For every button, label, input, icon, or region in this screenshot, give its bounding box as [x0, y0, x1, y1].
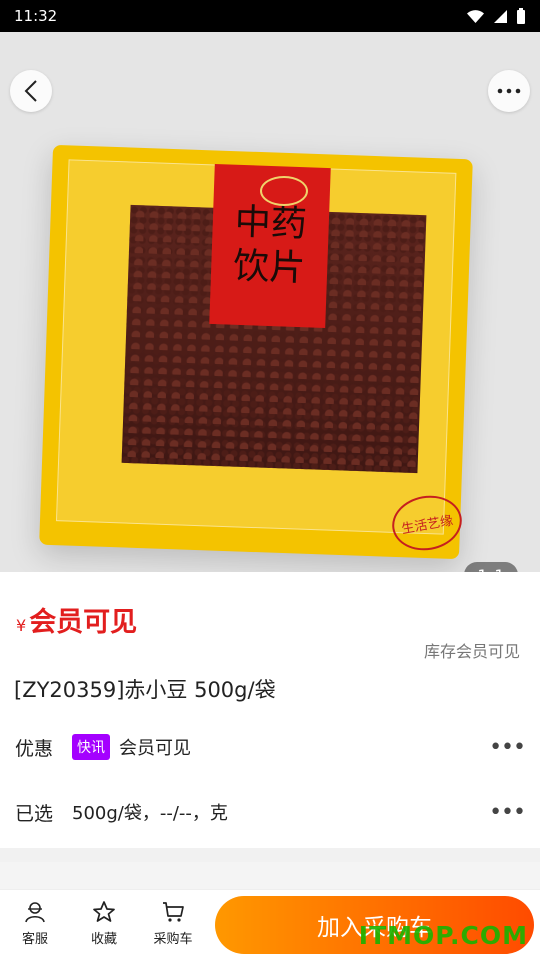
service-button[interactable]: 客服 [10, 900, 60, 952]
discount-row[interactable]: 优惠 快讯 会员可见 ••• [15, 732, 526, 762]
star-icon [93, 901, 115, 922]
package-label-line-1: 中药 [234, 201, 308, 246]
selected-label: 已选 [15, 802, 54, 825]
back-arrow-icon [24, 80, 37, 102]
cart-label: 采购车 [153, 932, 193, 947]
stock-status: 库存会员可见 [423, 642, 520, 661]
selected-value: 500g/袋，--/--，克 [72, 803, 228, 824]
status-time: 11:32 [14, 7, 58, 25]
discount-more-icon[interactable]: ••• [489, 735, 526, 760]
site-watermark: ITMOP.COM [358, 921, 528, 950]
wifi-icon [467, 9, 484, 23]
product-title: [ZY20359]赤小豆 500g/袋 [14, 678, 276, 702]
member-price: ¥ 会员可见 [16, 600, 137, 639]
status-bar: 11:32 [0, 0, 540, 32]
cart-icon [163, 902, 184, 922]
battery-icon [517, 7, 525, 24]
discount-value: 会员可见 [119, 738, 191, 759]
status-icons [466, 7, 526, 25]
product-info-sheet: ¥ 会员可见 库存会员可见 [ZY20359]赤小豆 500g/袋 优惠 快讯 … [0, 572, 540, 862]
service-person-icon [25, 902, 45, 923]
selected-more-icon[interactable]: ••• [489, 800, 526, 825]
favorite-label: 收藏 [90, 932, 117, 947]
price-symbol: ¥ [16, 616, 27, 635]
more-button[interactable] [488, 70, 530, 112]
image-counter: 1 1 [464, 562, 518, 572]
signal-icon [494, 9, 507, 23]
product-image-carousel[interactable]: 中药 饮片 生活艺缘 1 1 [0, 32, 540, 572]
more-dots-icon [497, 88, 521, 94]
discount-tag: 快讯 [72, 734, 110, 760]
cart-button[interactable]: 采购车 [148, 900, 198, 952]
discount-label: 优惠 [15, 737, 54, 760]
package-label-line-2: 饮片 [232, 245, 306, 290]
section-divider [0, 848, 540, 862]
brand-logo [260, 176, 308, 206]
selected-options-row[interactable]: 已选 500g/袋，--/--，克 ••• [15, 797, 526, 827]
back-button[interactable] [10, 70, 52, 112]
service-label: 客服 [21, 932, 48, 947]
price-text: 会员可见 [29, 607, 138, 638]
favorite-button[interactable]: 收藏 [79, 900, 129, 952]
